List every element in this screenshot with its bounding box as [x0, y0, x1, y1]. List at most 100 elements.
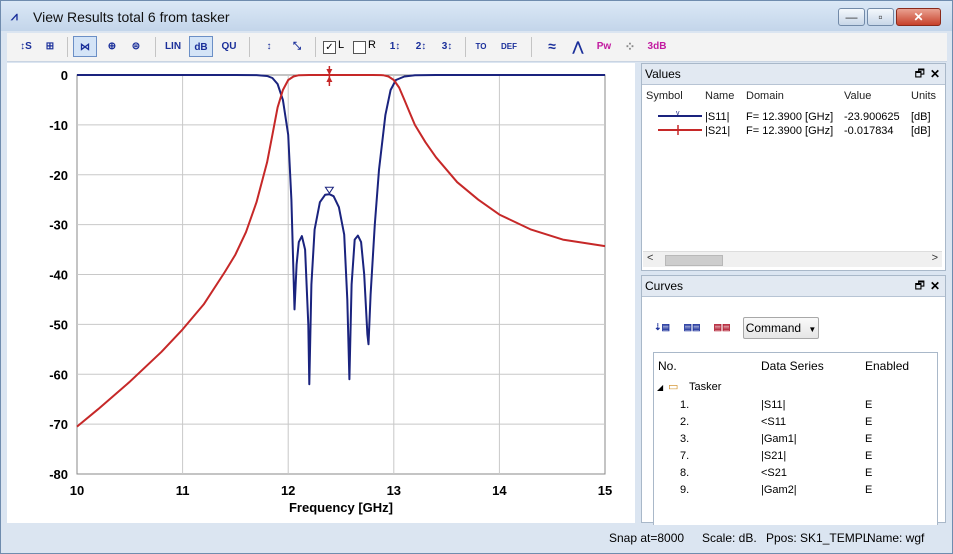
wave-icon[interactable]: ≈ [541, 36, 563, 57]
toolbar: ↕S ⊞ ⋈ ⊕ ⊜ LIN dB QU ↕ ⤡ ✓ L R 1↕ 2↕ 3↕ … [7, 33, 947, 62]
scroll-right-icon[interactable]: > [932, 252, 938, 264]
value-row-name: |S11| [705, 111, 730, 123]
curve-enabled: E [865, 467, 873, 479]
marker-to-icon[interactable]: TO [469, 36, 493, 57]
y-tick-label: -80 [49, 467, 68, 482]
list-item[interactable]: 2. <S11 E [654, 414, 937, 432]
maximize-button[interactable]: ▫ [867, 8, 894, 26]
y-tick-label: -40 [49, 268, 68, 283]
minimize-button[interactable]: — [838, 8, 865, 26]
plot-area[interactable]: 10 11 12 13 14 15 0 -10 -20 -30 -40 -50 -60 -70 -80 Fre… [7, 63, 635, 523]
marker-2-icon[interactable]: 2↕ [410, 36, 432, 57]
value-row-name: |S21| [705, 125, 731, 137]
values-hscrollbar[interactable]: < > [643, 251, 942, 267]
marker-def-icon[interactable]: DEF [497, 36, 521, 57]
smith-chart-icon[interactable]: ⊜ [125, 36, 147, 57]
right-axis-label: R [368, 39, 376, 51]
curve-no: 9. [680, 484, 690, 496]
marker-fit-icon[interactable]: ⤡ [285, 36, 309, 57]
values-panel: Values 🗗 ✕ Symbol Name Domain Value Unit… [641, 63, 946, 271]
column-header-data-series[interactable]: Data Series [761, 359, 824, 373]
curve-no: 7. [680, 450, 690, 462]
column-header-value[interactable]: Value [844, 90, 871, 102]
sort-curves-icon[interactable]: ⇣▤ [652, 318, 672, 336]
x-tick-label: 12 [281, 483, 295, 498]
power-wave-icon[interactable]: Pw [593, 36, 615, 57]
marker-1-icon[interactable]: 1↕ [384, 36, 406, 57]
list-item[interactable]: 9. |Gam2| E [654, 482, 937, 500]
list-curves-icon[interactable]: ▤▤ [682, 318, 702, 336]
curve-no: 3. [680, 433, 690, 445]
axis-settings-icon[interactable]: ↕S [15, 36, 37, 57]
y-tick-label: -50 [49, 317, 68, 332]
y-tick-label: -60 [49, 367, 68, 382]
x-tick-label: 13 [387, 483, 401, 498]
dots-icon[interactable]: ⁘ [619, 36, 641, 57]
scale-linear-icon[interactable]: LIN [161, 36, 185, 57]
column-header-name[interactable]: Name [705, 90, 734, 102]
curve-series: <S21 [761, 467, 787, 479]
status-ppos: Ppos: SK1_TEMPL [766, 531, 870, 545]
xy-plot-icon[interactable]: ⋈ [73, 36, 97, 57]
status-bar: Snap at=8000 Scale: dB. Ppos: SK1_TEMPL … [1, 525, 952, 552]
marker-add-icon[interactable]: ↕ [257, 36, 281, 57]
column-header-domain[interactable]: Domain [746, 90, 784, 102]
close-button[interactable]: ✕ [896, 8, 941, 26]
status-snap: Snap at=8000 [609, 531, 685, 545]
x-axis-label: Frequency [GHz] [289, 500, 393, 515]
status-name: Name: wgf [867, 531, 925, 545]
list-item[interactable]: 7. |S21| E [654, 448, 937, 466]
dock-icon[interactable]: 🗗 [915, 64, 925, 84]
y-tick-label: -70 [49, 417, 68, 432]
app-window: ⩘ View Results total 6 from tasker — ▫ ✕… [0, 0, 953, 554]
x-tick-label: 10 [70, 483, 84, 498]
expander-icon[interactable]: ◢ [657, 383, 663, 392]
scale-unit-icon[interactable]: QU [217, 36, 241, 57]
y-tick-label: -10 [49, 118, 68, 133]
title-bar[interactable]: ⩘ View Results total 6 from tasker — ▫ ✕ [1, 1, 952, 31]
right-axis-checkbox[interactable] [353, 41, 366, 54]
column-header-enabled[interactable]: Enabled [865, 359, 909, 373]
x-tick-label: 11 [176, 483, 190, 498]
curve-series: <S11 [761, 416, 787, 428]
marker-3-icon[interactable]: 3↕ [436, 36, 458, 57]
tree-folder-tasker[interactable]: ◢ ▭ Tasker [654, 379, 937, 397]
left-axis-checkbox[interactable]: ✓ [323, 41, 336, 54]
value-row-value: -23.900625 [844, 111, 900, 123]
app-chart-icon: ⩘ [11, 9, 18, 23]
folder-name: Tasker [689, 381, 722, 393]
polar-plot-icon[interactable]: ⊕ [101, 36, 123, 57]
remove-curves-icon[interactable]: ▤▤ [712, 318, 732, 336]
list-item[interactable]: 3. |Gam1| E [654, 431, 937, 449]
list-item[interactable]: 1. |S11| E [654, 397, 937, 415]
dock-icon[interactable]: 🗗 [915, 276, 925, 296]
scroll-left-icon[interactable]: < [647, 252, 653, 264]
zoom-fit-icon[interactable]: ⊞ [39, 36, 61, 57]
close-icon[interactable]: ✕ [930, 276, 940, 296]
curves-panel-header: Curves 🗗 ✕ [642, 276, 945, 297]
curves-tree[interactable]: No. Data Series Enabled ◢ ▭ Tasker 1. |S… [653, 352, 938, 544]
column-header-units[interactable]: Units [911, 90, 936, 102]
value-row-domain: F= 12.3900 [GHz] [746, 125, 834, 137]
curve-no: 2. [680, 416, 690, 428]
curve-series: |S11| [761, 399, 786, 411]
sparameter-chart[interactable]: 10 11 12 13 14 15 0 -10 -20 -30 -40 -50 -60 -70 -80 Fre… [7, 63, 635, 523]
window-title: View Results total 6 from tasker [33, 9, 230, 25]
command-dropdown[interactable]: Command ▼ [743, 317, 819, 339]
scroll-thumb[interactable] [665, 255, 723, 266]
y-tick-label: -30 [49, 218, 68, 233]
column-header-symbol[interactable]: Symbol [646, 90, 683, 102]
list-item[interactable]: 8. <S21 E [654, 465, 937, 483]
curves-panel-title: Curves [645, 279, 684, 293]
scale-db-icon[interactable]: dB [189, 36, 213, 57]
3db-icon[interactable]: 3dB [645, 36, 669, 57]
close-icon[interactable]: ✕ [930, 64, 940, 84]
curve-series: |Gam2| [761, 484, 797, 496]
column-header-no[interactable]: No. [658, 359, 677, 373]
y-tick-label: 0 [61, 68, 68, 83]
curve-enabled: E [865, 399, 873, 411]
symbol-swatches: v [658, 110, 702, 135]
value-row-units: [dB] [911, 111, 931, 123]
peaks-icon[interactable]: ⋀ [567, 36, 589, 57]
chevron-down-icon: ▼ [808, 325, 817, 334]
